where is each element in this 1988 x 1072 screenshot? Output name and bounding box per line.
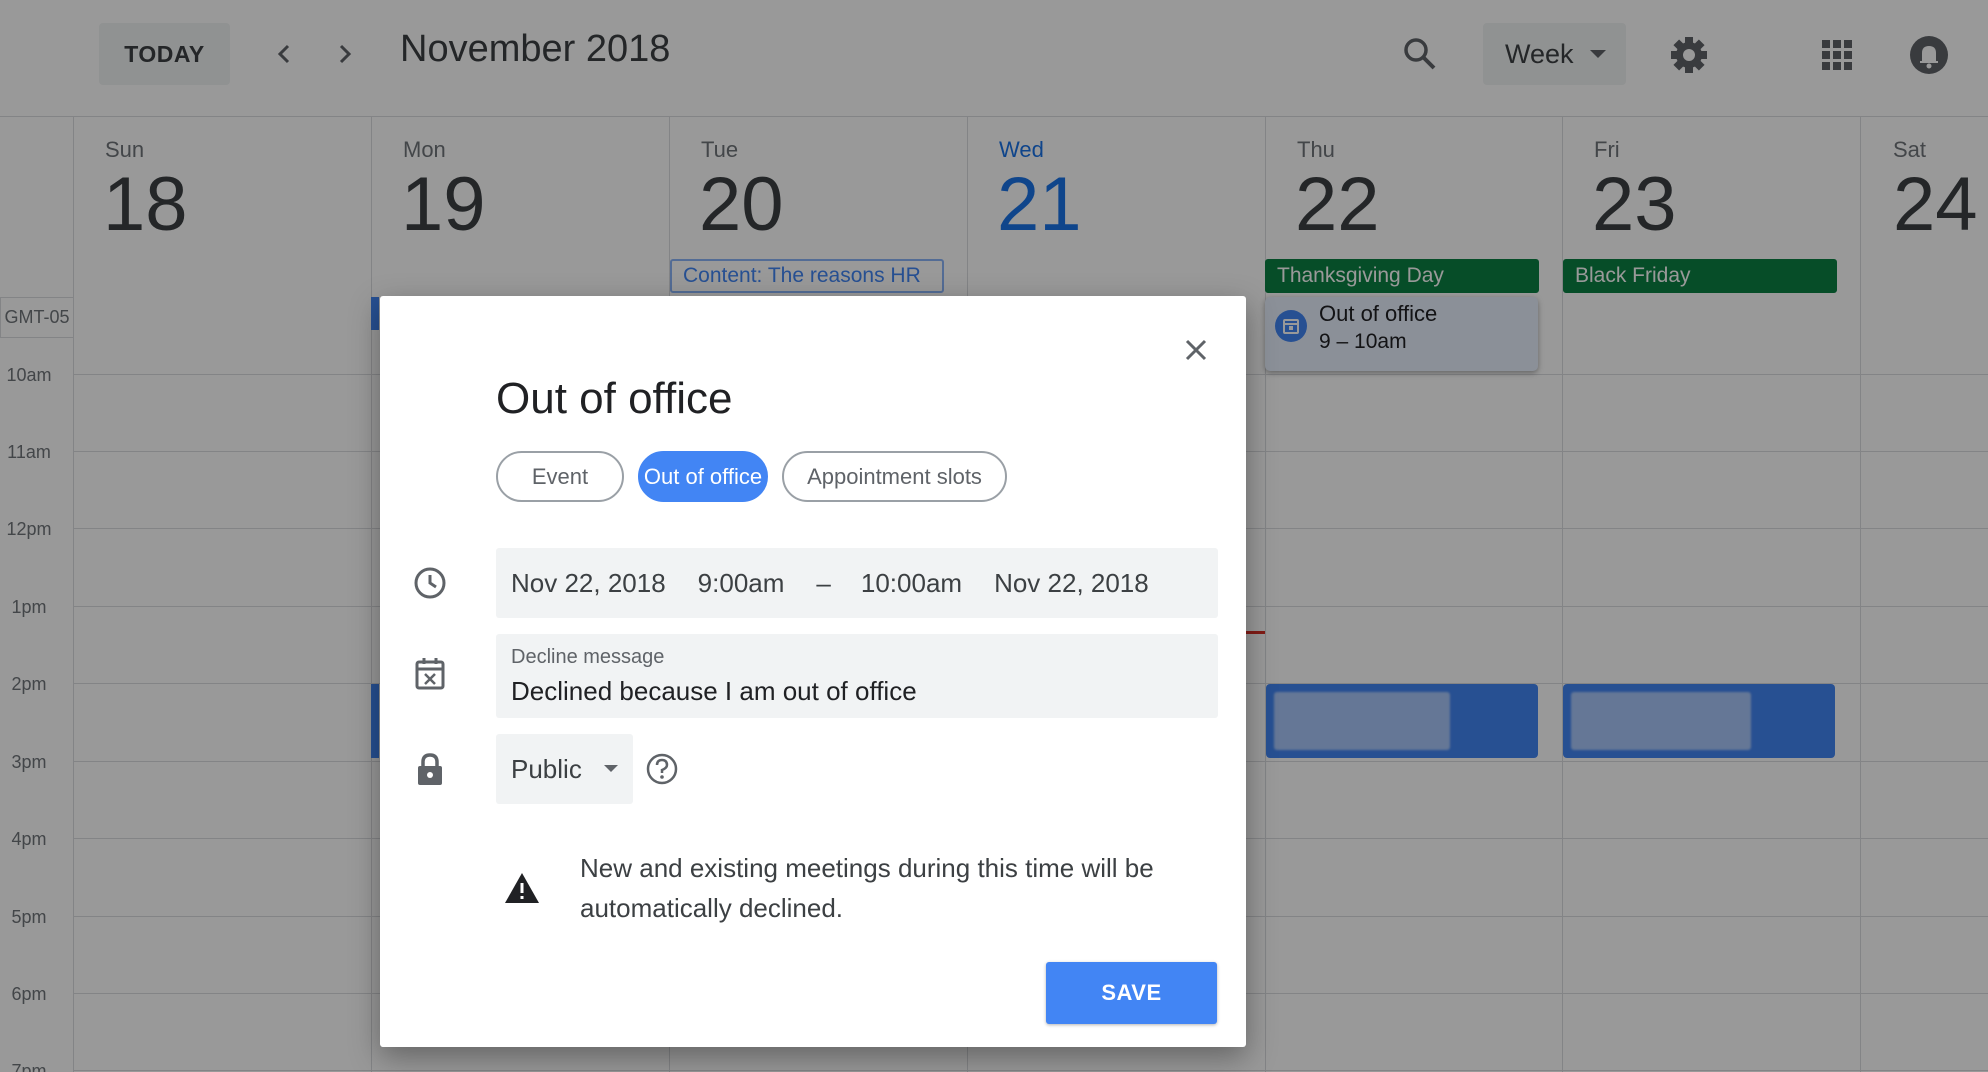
chip-event[interactable]: Event [496, 451, 624, 502]
calendar-decline-icon [410, 654, 450, 694]
save-button[interactable]: SAVE [1046, 962, 1217, 1024]
close-icon[interactable] [1176, 330, 1216, 370]
out-of-office-dialog: Out of office Event Out of office Appoin… [380, 296, 1246, 1047]
decline-message-value[interactable]: Declined because I am out of office [511, 676, 917, 707]
warning-text: New and existing meetings during this ti… [580, 853, 1154, 923]
warning-icon [500, 866, 544, 910]
caret-down-icon [604, 765, 618, 772]
datetime-row: Nov 22, 2018 9:00am – 10:00am Nov 22, 20… [496, 548, 1218, 618]
decline-message-label: Decline message [511, 646, 665, 668]
start-time-field[interactable]: 9:00am [698, 568, 785, 599]
chip-appointment-slots[interactable]: Appointment slots [782, 451, 1007, 502]
lock-icon [410, 749, 450, 789]
end-time-field[interactable]: 10:00am [861, 568, 962, 599]
clock-icon [410, 563, 450, 603]
visibility-select[interactable]: Public [496, 734, 633, 804]
end-date-field[interactable]: Nov 22, 2018 [994, 568, 1149, 599]
time-range-dash: – [816, 567, 831, 598]
start-date-field[interactable]: Nov 22, 2018 [511, 568, 666, 599]
dialog-title: Out of office [496, 374, 733, 423]
decline-message-field[interactable]: Decline message Declined because I am ou… [496, 634, 1218, 718]
help-icon[interactable] [642, 749, 682, 789]
visibility-value: Public [511, 753, 582, 784]
chip-out-of-office[interactable]: Out of office [638, 451, 768, 502]
